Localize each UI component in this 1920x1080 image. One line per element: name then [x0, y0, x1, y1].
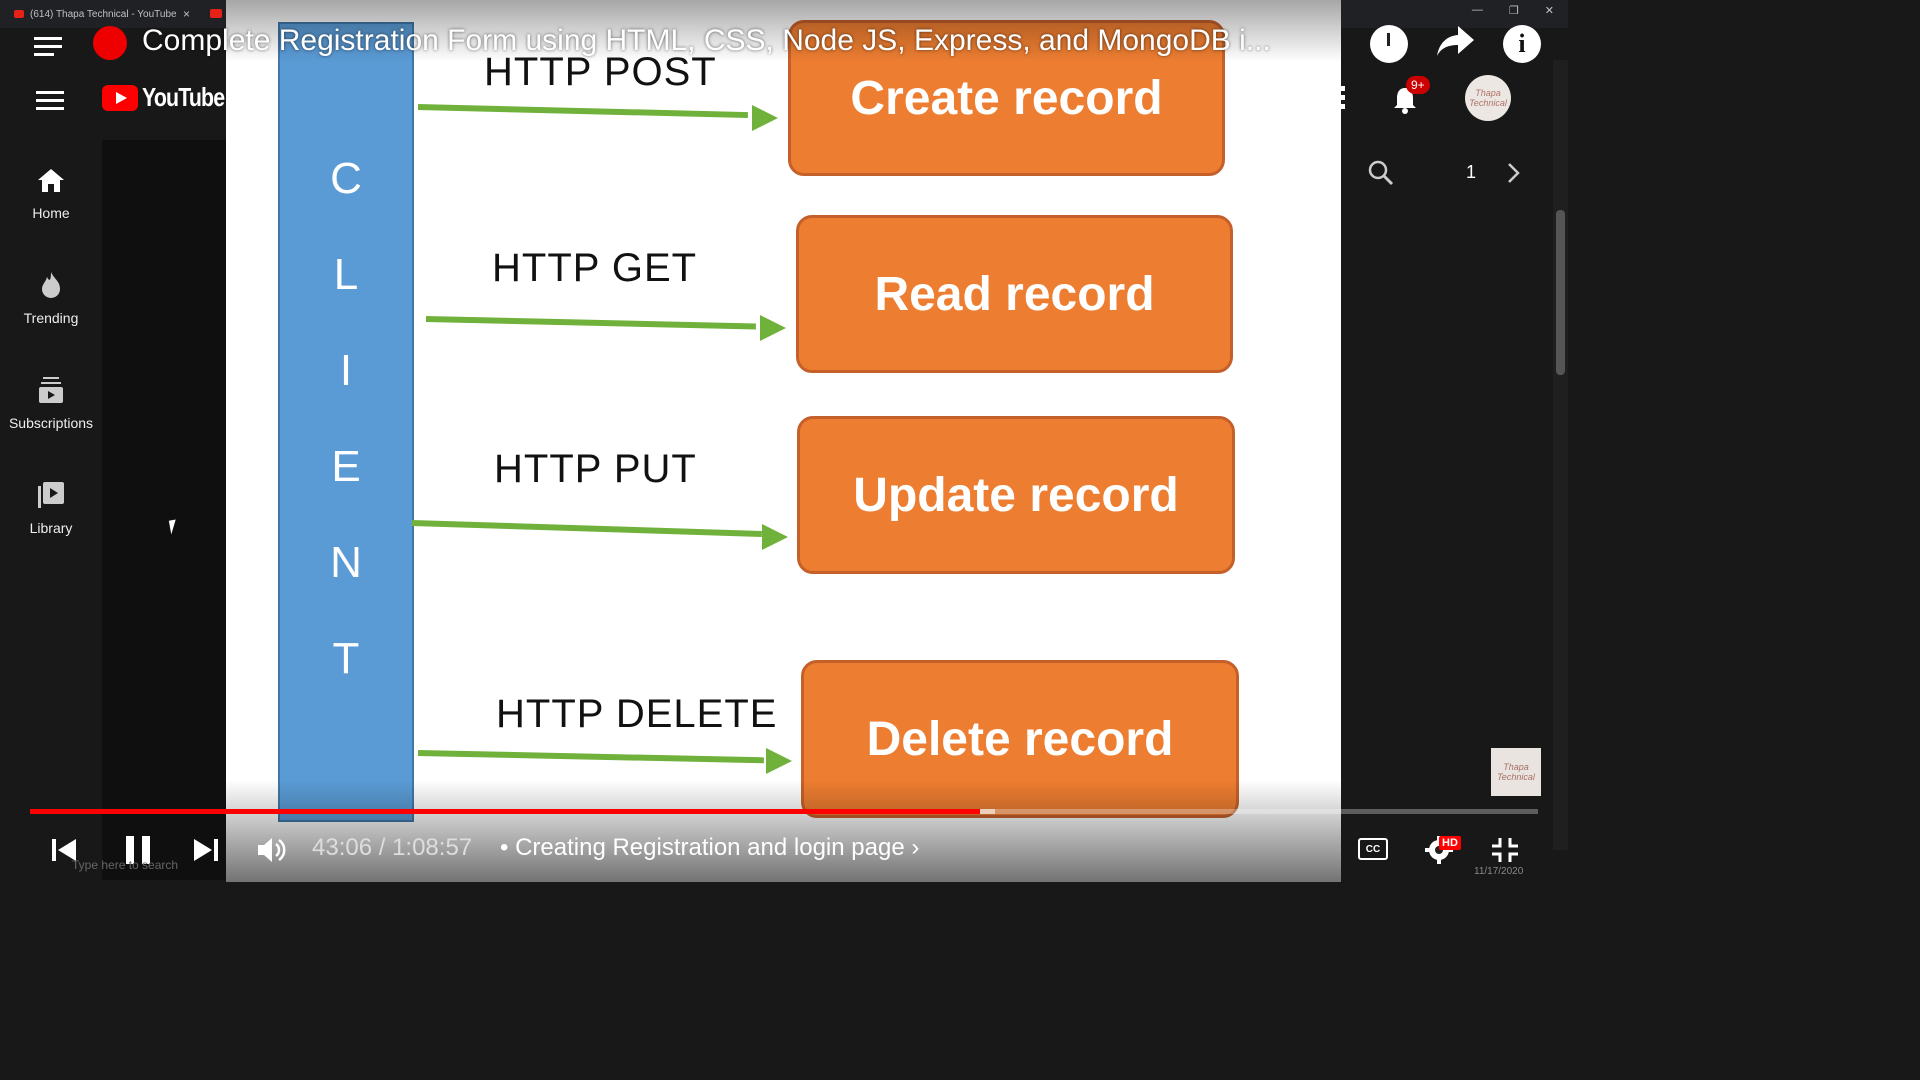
hd-badge: HD — [1439, 836, 1461, 850]
arrow-line — [417, 750, 764, 764]
tab-close-icon[interactable]: × — [183, 7, 190, 21]
http-method-label: HTTP GET — [492, 246, 698, 290]
volume-icon[interactable] — [256, 830, 288, 870]
progress-bar[interactable] — [30, 809, 1538, 814]
taskbar-date: 11/17/2020 — [1474, 866, 1524, 877]
guide-menu-icon[interactable] — [36, 86, 64, 115]
video-frame[interactable]: C L I E N T HTTP POST Create record HTTP… — [226, 0, 1341, 882]
video-bottom-gradient — [226, 780, 1341, 882]
scrollbar-thumb[interactable] — [1556, 210, 1565, 375]
subtitles-button[interactable]: CC — [1358, 838, 1388, 860]
record-box: Update record — [797, 416, 1235, 574]
share-icon[interactable] — [1436, 24, 1476, 68]
sidebar-item-home[interactable]: Home — [0, 140, 102, 245]
playlist-queue-icon[interactable] — [34, 32, 62, 61]
info-icon[interactable]: i — [1503, 25, 1541, 63]
client-letter: C — [330, 154, 362, 203]
progress-played — [30, 809, 981, 814]
arrow-line — [425, 316, 756, 330]
client-bar: C L I E N T — [278, 22, 414, 822]
next-button[interactable] — [192, 830, 220, 870]
http-method-label: HTTP DELETE — [496, 692, 778, 736]
arrow-head-icon — [766, 748, 792, 774]
page-content-peek — [102, 140, 226, 880]
taskbar-search-hint: Type here to search — [72, 858, 179, 872]
library-icon — [36, 480, 66, 510]
arrow-line — [417, 104, 748, 119]
arrow-head-icon — [760, 315, 786, 341]
record-action-label: Delete record — [866, 712, 1174, 766]
apps-menu-icon[interactable] — [1340, 86, 1345, 110]
youtube-favicon-icon — [14, 10, 24, 18]
browser-tab-title: (614) Thapa Technical - YouTube — [30, 8, 177, 20]
arrow-head-icon — [762, 524, 788, 550]
second-tab-favicon-icon[interactable] — [210, 9, 222, 18]
channel-avatar[interactable] — [93, 26, 127, 60]
sidebar-item-trending[interactable]: Trending — [0, 245, 102, 350]
youtube-logo[interactable]: YouTube — [102, 82, 242, 113]
sidebar-item-label: Home — [32, 204, 70, 221]
chevron-right-icon: › — [911, 834, 920, 861]
notifications-badge: 9+ — [1406, 76, 1430, 94]
record-action-label: Create record — [850, 71, 1163, 125]
arrow-line — [411, 520, 762, 537]
flame-icon — [36, 270, 66, 300]
channel-watermark[interactable]: Thapa Technical — [1491, 748, 1541, 796]
chevron-right-icon[interactable] — [1507, 162, 1521, 190]
time-display: 43:06 / 1:08:57 — [312, 834, 473, 861]
avatar[interactable]: Thapa Technical — [1465, 75, 1511, 121]
http-method-label: HTTP PUT — [494, 447, 697, 491]
subscriptions-icon — [36, 375, 66, 405]
record-action-label: Read record — [874, 267, 1155, 321]
guide-sidebar: Home Trending Subscriptions Library — [0, 140, 102, 560]
page-number: 1 — [1466, 162, 1477, 182]
sidebar-item-library[interactable]: Library — [0, 455, 102, 560]
search-icon[interactable] — [1368, 160, 1394, 191]
exit-fullscreen-icon[interactable] — [1490, 830, 1520, 870]
sidebar-item-label: Subscriptions — [8, 414, 94, 431]
minimize-button[interactable]: — — [1472, 4, 1483, 17]
sidebar-item-label: Library — [29, 519, 73, 536]
video-title[interactable]: Complete Registration Form using HTML, C… — [142, 24, 1271, 58]
watch-later-clock-icon[interactable] — [1370, 25, 1408, 63]
chapter-title[interactable]: • Creating Registration and login page › — [500, 834, 919, 862]
youtube-play-logo-icon — [102, 84, 138, 111]
youtube-logo-text: YouTube — [142, 82, 225, 112]
record-action-label: Update record — [853, 468, 1179, 522]
home-icon — [36, 165, 66, 195]
page-scrollbar[interactable] — [1553, 60, 1568, 850]
window-controls: — ❐ ✕ — [1472, 4, 1554, 17]
close-window-button[interactable]: ✕ — [1545, 4, 1554, 17]
sidebar-item-subscriptions[interactable]: Subscriptions — [0, 350, 102, 455]
browser-tab[interactable]: (614) Thapa Technical - YouTube × — [8, 3, 198, 25]
sidebar-item-label: Trending — [23, 309, 79, 326]
arrow-head-icon — [752, 105, 778, 131]
client-letter: L — [333, 250, 359, 299]
record-box: Read record — [796, 215, 1233, 373]
restore-button[interactable]: ❐ — [1509, 4, 1519, 17]
client-letter: I — [339, 346, 353, 395]
client-letter: N — [330, 538, 362, 587]
client-letter: T — [332, 634, 360, 683]
client-letter: E — [331, 442, 361, 491]
